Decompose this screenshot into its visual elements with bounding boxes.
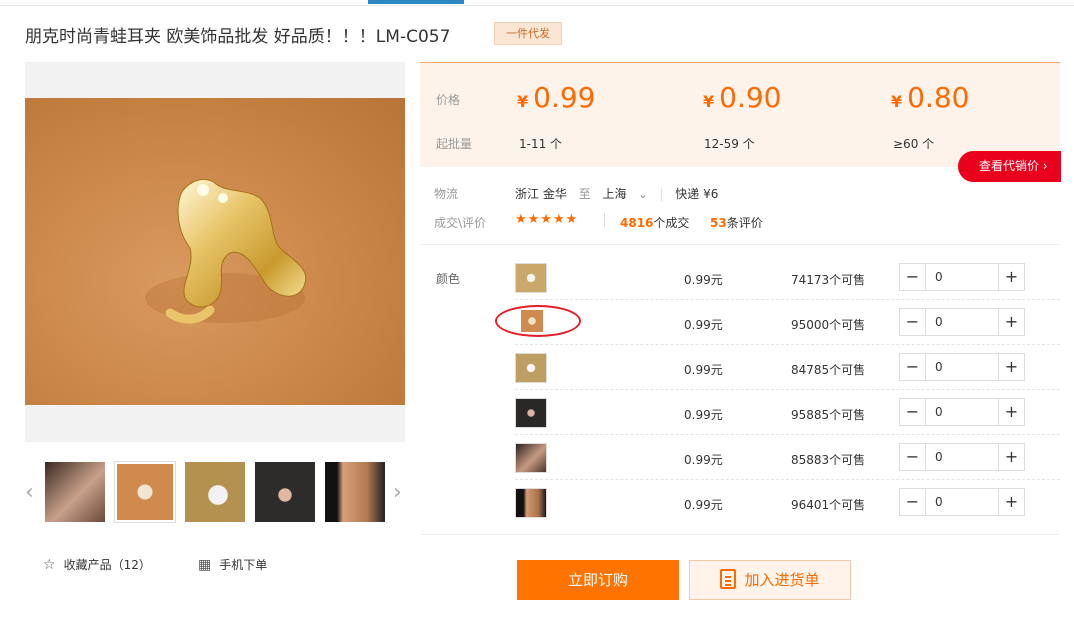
top-nav-bar [0,0,1074,6]
sku-stock: 84785个可售 [791,363,866,377]
plus-icon[interactable]: + [998,399,1024,425]
quantity-stepper: − 0 + [899,308,1025,336]
price-tier-2: ¥0.90 [703,81,782,114]
mobile-label: 手机下单 [219,558,268,572]
range-tier-1: 1-11 个 [519,137,563,151]
minus-icon[interactable]: − [900,354,926,380]
minus-icon[interactable]: − [900,399,926,425]
quantity-stepper: − 0 + [899,443,1025,471]
section-divider [420,534,1060,535]
moq-label: 起批量 [436,137,473,151]
sku-price: 0.99元 [684,273,723,287]
quantity-input[interactable]: 0 [935,450,943,464]
active-tab-indicator [368,0,464,4]
sku-row: 0.99元 74173个可售 − 0 + [515,255,1060,300]
color-label: 颜色 [436,272,461,286]
add-to-cart-button[interactable]: 加入进货单 [689,560,851,600]
plus-icon[interactable]: + [998,264,1024,290]
favorite-product-link[interactable]: ☆ 收藏产品（12） [43,556,151,573]
chevron-down-icon[interactable]: ⌄ [638,188,647,201]
ship-origin: 浙江 金华 [515,187,567,201]
quantity-input[interactable]: 0 [935,405,943,419]
quantity-stepper: − 0 + [899,488,1025,516]
rating-stars: ★★★★★ [515,212,579,227]
minus-icon[interactable]: − [900,444,926,470]
plus-icon[interactable]: + [998,309,1024,335]
favorite-label: 收藏产品（12） [63,558,151,572]
add-to-cart-label: 加入进货单 [744,571,820,589]
deal-label: 成交\评价 [434,216,487,230]
divider [604,213,605,227]
sku-thumb[interactable] [515,488,547,518]
quantity-stepper: − 0 + [899,353,1025,381]
sku-thumb[interactable] [515,398,547,428]
price-tier-3: ¥0.80 [891,81,970,114]
quantity-stepper: − 0 + [899,263,1025,291]
sku-thumb[interactable] [515,263,547,293]
star-outline-icon: ☆ [43,557,56,573]
range-tier-2: 12-59 个 [704,137,755,151]
mobile-order-link[interactable]: ▦ 手机下单 [198,556,267,573]
chevron-right-icon[interactable]: › [393,480,402,505]
product-photo [25,98,405,405]
sku-row: 0.99元 95000个可售 − 0 + [515,300,1060,345]
quantity-input[interactable]: 0 [935,270,943,284]
clipboard-icon [720,569,737,589]
sku-stock: 95000个可售 [791,318,866,332]
view-agent-price-button[interactable]: 查看代销价 › [958,151,1061,182]
chevron-left-icon[interactable]: ‹ [25,480,34,505]
price-label: 价格 [436,93,461,107]
review-count[interactable]: 53条评价 [710,214,763,231]
shipping-label: 物流 [434,187,459,201]
sku-price: 0.99元 [684,363,723,377]
thumbnail-strip: ‹ › [25,461,415,523]
main-product-image [25,62,405,442]
sku-row: 0.99元 95885个可售 − 0 + [515,390,1060,435]
highlight-circle-annotation [495,305,581,337]
thumb-ear-cuff-model[interactable] [45,462,105,522]
thumb-ear-cuff-gold[interactable] [114,461,176,523]
dropship-badge: 一件代发 [494,22,562,45]
qrcode-icon: ▦ [198,557,212,573]
sku-stock: 74173个可售 [791,273,866,287]
shipping-info: 浙江 金华 至 上海 ⌄ | 快递 ¥6 [515,185,726,202]
quantity-input[interactable]: 0 [935,495,943,509]
sku-price: 0.99元 [684,498,723,512]
sku-thumb[interactable] [515,443,547,473]
ship-to: 至 [578,187,591,201]
sku-row: 0.99元 85883个可售 − 0 + [515,435,1060,480]
sku-price: 0.99元 [684,453,723,467]
ship-destination[interactable]: 上海 [603,187,627,201]
express-fee: 快递 ¥6 [675,187,719,201]
sku-row: 0.99元 84785个可售 − 0 + [515,345,1060,390]
price-panel: 价格 起批量 ¥0.99 ¥0.90 ¥0.80 1-11 个 12-59 个 … [420,62,1060,167]
quantity-input[interactable]: 0 [935,315,943,329]
plus-icon[interactable]: + [998,444,1024,470]
sku-stock: 85883个可售 [791,453,866,467]
quantity-stepper: − 0 + [899,398,1025,426]
range-tier-3: ≥60 个 [893,137,935,151]
sku-row: 0.99元 96401个可售 − 0 + [515,480,1060,525]
thumb-ear-cuff-closeup[interactable] [325,462,385,522]
sku-stock: 95885个可售 [791,408,866,422]
thumb-ear-cuff-dark[interactable] [255,462,315,522]
product-title: 朋克时尚青蛙耳夹 欧美饰品批发 好品质！！！LM-C057 [25,27,451,47]
thumb-ear-cuff-silver[interactable] [185,462,245,522]
price-tier-1: ¥0.99 [517,81,596,114]
chevron-right-icon: › [1042,159,1048,173]
plus-icon[interactable]: + [998,354,1024,380]
minus-icon[interactable]: − [900,264,926,290]
sku-price: 0.99元 [684,318,723,332]
sku-thumb[interactable] [515,353,547,383]
sku-stock: 96401个可售 [791,498,866,512]
buy-now-button[interactable]: 立即订购 [517,560,679,600]
minus-icon[interactable]: − [900,489,926,515]
deal-count: 4816个成交 [620,216,690,230]
minus-icon[interactable]: − [900,309,926,335]
plus-icon[interactable]: + [998,489,1024,515]
section-divider [420,244,1060,245]
separator: | [659,187,664,201]
quantity-input[interactable]: 0 [935,360,943,374]
sku-price: 0.99元 [684,408,723,422]
